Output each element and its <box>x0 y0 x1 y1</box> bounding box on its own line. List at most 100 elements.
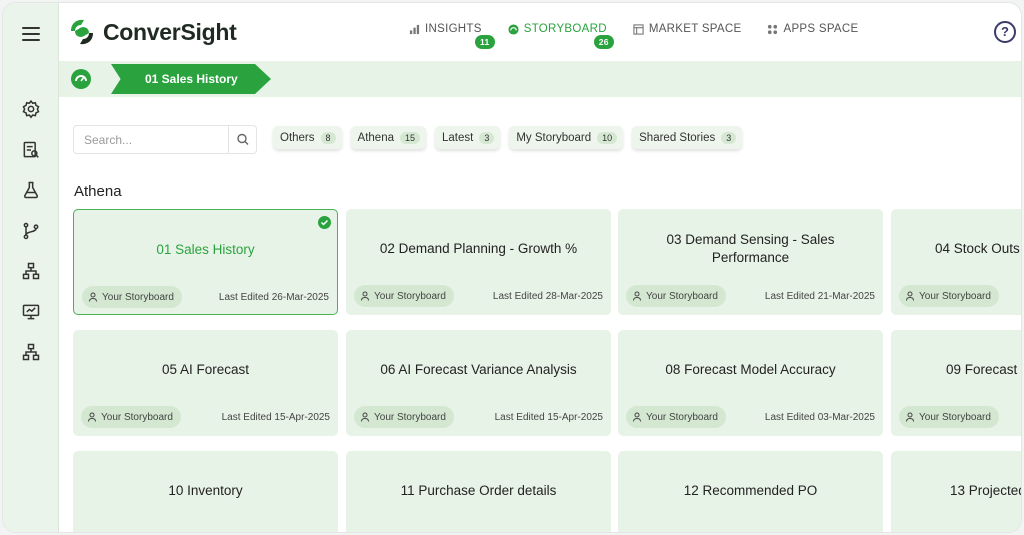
org-chart-icon[interactable] <box>21 342 41 362</box>
owner-chip[interactable]: Your Storyboard <box>899 406 999 428</box>
card-title: 13 Projected <box>950 483 1022 498</box>
owner-label: Your Storyboard <box>101 411 173 423</box>
filter-my-storyboard[interactable]: My Storyboard 10 <box>509 126 624 149</box>
card-title: 12 Recommended PO <box>683 483 818 498</box>
brand-logo[interactable]: ConverSight <box>67 15 237 49</box>
chip-count: 10 <box>597 131 618 144</box>
chip-label: Others <box>280 131 315 144</box>
nav-market-space[interactable]: MARKET SPACE <box>633 23 742 35</box>
filter-chips: Others 8 Athena 15 Latest 3 My Storyboard 10… <box>273 126 751 149</box>
storyboard-home-icon[interactable] <box>71 69 91 89</box>
user-icon <box>906 412 914 422</box>
help-icon[interactable]: ? <box>994 21 1016 43</box>
owner-label: Your Storyboard <box>646 411 718 423</box>
nav-storyboard-label: STORYBOARD <box>523 23 607 35</box>
nav-insights[interactable]: INSIGHTS 11 <box>409 23 495 49</box>
bar-chart-icon <box>409 24 420 34</box>
hamburger-menu-icon[interactable] <box>22 27 40 41</box>
lab-flask-icon[interactable] <box>21 180 41 200</box>
storyboard-card[interactable]: 12 Recommended PO <box>618 451 883 532</box>
nav-apps-space-label: APPS SPACE <box>783 23 859 35</box>
nav-market-space-label: MARKET SPACE <box>648 23 742 35</box>
chip-label: Shared Stories <box>639 131 716 144</box>
storyboard-card[interactable]: 10 Inventory <box>73 451 338 532</box>
card-title: 10 Inventory <box>168 483 243 498</box>
card-title: 05 AI Forecast <box>161 362 250 377</box>
storyboard-card[interactable]: 06 AI Forecast Variance Analysis Your St… <box>346 330 611 436</box>
card-title: 08 Forecast Model Accuracy <box>665 362 836 377</box>
chip-count: 8 <box>320 131 336 144</box>
owner-chip[interactable]: Your Storyboard <box>626 285 726 307</box>
storyboard-card[interactable]: 03 Demand Sensing - Sales Performance Yo… <box>618 209 883 315</box>
hierarchy-icon[interactable] <box>21 261 41 281</box>
search-box <box>73 125 257 154</box>
owner-label: Your Storyboard <box>919 411 991 423</box>
card-title: 11 Purchase Order details <box>400 483 557 498</box>
presentation-chart-icon[interactable] <box>21 302 41 322</box>
chip-label: My Storyboard <box>516 131 592 144</box>
owner-label: Your Storyboard <box>102 291 174 303</box>
main-nav: INSIGHTS 11 STORYBOARD 26 MARKET SPACE A… <box>409 23 884 49</box>
chip-label: Latest <box>442 131 474 144</box>
breadcrumb: 01 Sales History <box>59 61 1021 97</box>
owner-chip[interactable]: Your Storyboard <box>354 285 454 307</box>
owner-label: Your Storyboard <box>374 290 446 302</box>
card-title: 06 AI Forecast Variance Analysis <box>380 362 577 377</box>
nav-apps-space[interactable]: APPS SPACE <box>767 23 858 35</box>
user-icon <box>89 292 97 302</box>
user-icon <box>361 412 369 422</box>
user-icon <box>88 412 96 422</box>
app-window: ConverSight INSIGHTS 11 STORYBOARD 26 MA… <box>2 2 1022 533</box>
chip-count: 3 <box>721 131 737 144</box>
filter-athena[interactable]: Athena 15 <box>350 126 426 149</box>
storyboard-grid: 01 Sales History Your Storyboard Last Ed… <box>73 209 1022 532</box>
search-icon <box>237 133 249 145</box>
brand-name: ConverSight <box>103 18 237 45</box>
nav-insights-label: INSIGHTS <box>425 23 482 35</box>
user-icon <box>633 412 641 422</box>
user-icon <box>633 291 641 301</box>
last-edited: Last Edited 15-Apr-2025 <box>221 412 330 423</box>
owner-label: Your Storyboard <box>374 411 446 423</box>
top-header: ConverSight INSIGHTS 11 STORYBOARD 26 MA… <box>59 3 1021 61</box>
filter-shared-stories[interactable]: Shared Stories 3 <box>632 126 743 149</box>
breadcrumb-current[interactable]: 01 Sales History <box>111 64 271 94</box>
branch-icon[interactable] <box>21 221 41 241</box>
apps-grid-icon <box>768 24 778 34</box>
filter-latest[interactable]: Latest 3 <box>435 126 501 149</box>
last-edited: Last Edited 03-Mar-2025 <box>764 412 875 423</box>
owner-chip[interactable]: Your Storyboard <box>81 406 181 428</box>
card-title: 09 Forecast <box>946 362 1018 377</box>
search-input[interactable] <box>74 126 224 153</box>
storyboard-icon <box>508 23 519 35</box>
owner-chip[interactable]: Your Storyboard <box>899 285 999 307</box>
owner-chip[interactable]: Your Storyboard <box>82 286 182 308</box>
storyboard-card[interactable]: 09 Forecast Your Storyboard <box>891 330 1021 436</box>
owner-label: Your Storyboard <box>919 290 991 302</box>
nav-storyboard[interactable]: STORYBOARD 26 <box>508 23 614 49</box>
settings-icon[interactable] <box>21 99 41 119</box>
filter-others[interactable]: Others 8 <box>273 126 342 149</box>
storyboard-count-badge: 26 <box>593 35 614 49</box>
storyboard-card[interactable]: 05 AI Forecast Your Storyboard Last Edit… <box>73 330 338 436</box>
section-title: Athena <box>74 183 122 200</box>
storyboard-card[interactable]: 13 Projected <box>891 451 1022 532</box>
report-search-icon[interactable] <box>21 140 41 160</box>
chip-label: Athena <box>357 131 394 144</box>
conversight-logo-icon <box>71 19 93 45</box>
owner-chip[interactable]: Your Storyboard <box>626 406 726 428</box>
owner-chip[interactable]: Your Storyboard <box>354 406 454 428</box>
chip-count: 3 <box>479 131 495 144</box>
left-rail <box>3 3 59 532</box>
storyboard-card[interactable]: 11 Purchase Order details <box>346 451 611 532</box>
storyboard-card[interactable]: 08 Forecast Model Accuracy Your Storyboa… <box>618 330 883 436</box>
card-title: 02 Demand Planning - Growth % <box>379 241 578 256</box>
search-button[interactable] <box>228 126 256 153</box>
storyboard-card[interactable]: 01 Sales History Your Storyboard Last Ed… <box>73 209 338 315</box>
storyboard-card[interactable]: 02 Demand Planning - Growth % Your Story… <box>346 209 611 315</box>
card-title: 04 Stock Outs <box>935 241 1020 256</box>
last-edited: Last Edited 28-Mar-2025 <box>492 291 603 302</box>
storyboard-card[interactable]: 04 Stock Outs Your Storyboard <box>891 209 1021 315</box>
last-edited: Last Edited 21-Mar-2025 <box>764 291 875 302</box>
user-icon <box>361 291 369 301</box>
